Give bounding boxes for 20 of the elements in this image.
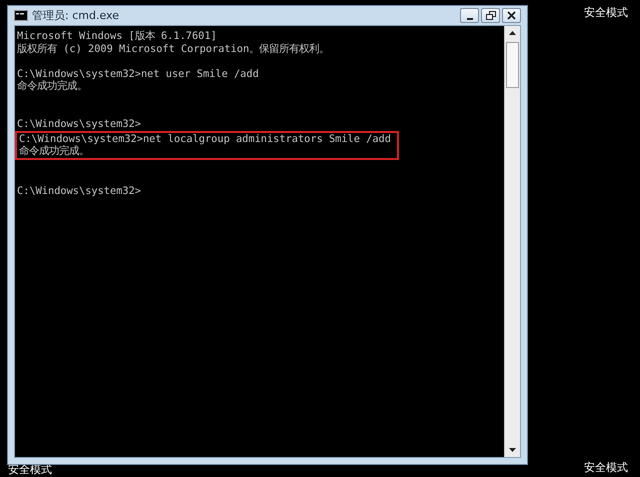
console-line: 命令成功完成。 bbox=[17, 80, 87, 93]
console-line: C:\Windows\system32> bbox=[17, 185, 142, 198]
console-app-icon bbox=[14, 10, 28, 21]
scroll-thumb[interactable] bbox=[506, 42, 519, 88]
console-line: C:\Windows\system32>net user Smile /add bbox=[17, 68, 260, 80]
console-line: 命令成功完成。 bbox=[19, 145, 90, 158]
maximize-button[interactable] bbox=[481, 8, 500, 23]
restore-icon bbox=[486, 11, 496, 20]
console-line: C:\Windows\system32> bbox=[17, 118, 142, 131]
console-line: Microsoft Windows [版本 6.1.7601] bbox=[17, 30, 218, 43]
close-icon bbox=[507, 11, 516, 20]
minimize-icon bbox=[466, 18, 472, 20]
console-line: C:\Windows\system32>net localgroup administrators Smile /add bbox=[19, 132, 392, 145]
safe-mode-label: 安全模式 bbox=[584, 461, 628, 474]
scrollbar[interactable] bbox=[504, 26, 520, 457]
safe-mode-label: 安全模式 bbox=[584, 6, 628, 19]
window-title: 管理员: cmd.exe bbox=[32, 8, 120, 23]
console-line: 版权所有 (c) 2009 Microsoft Corporation。保留所有权利。 bbox=[17, 42, 330, 56]
minimize-button[interactable] bbox=[460, 8, 479, 23]
close-button[interactable] bbox=[502, 8, 521, 23]
